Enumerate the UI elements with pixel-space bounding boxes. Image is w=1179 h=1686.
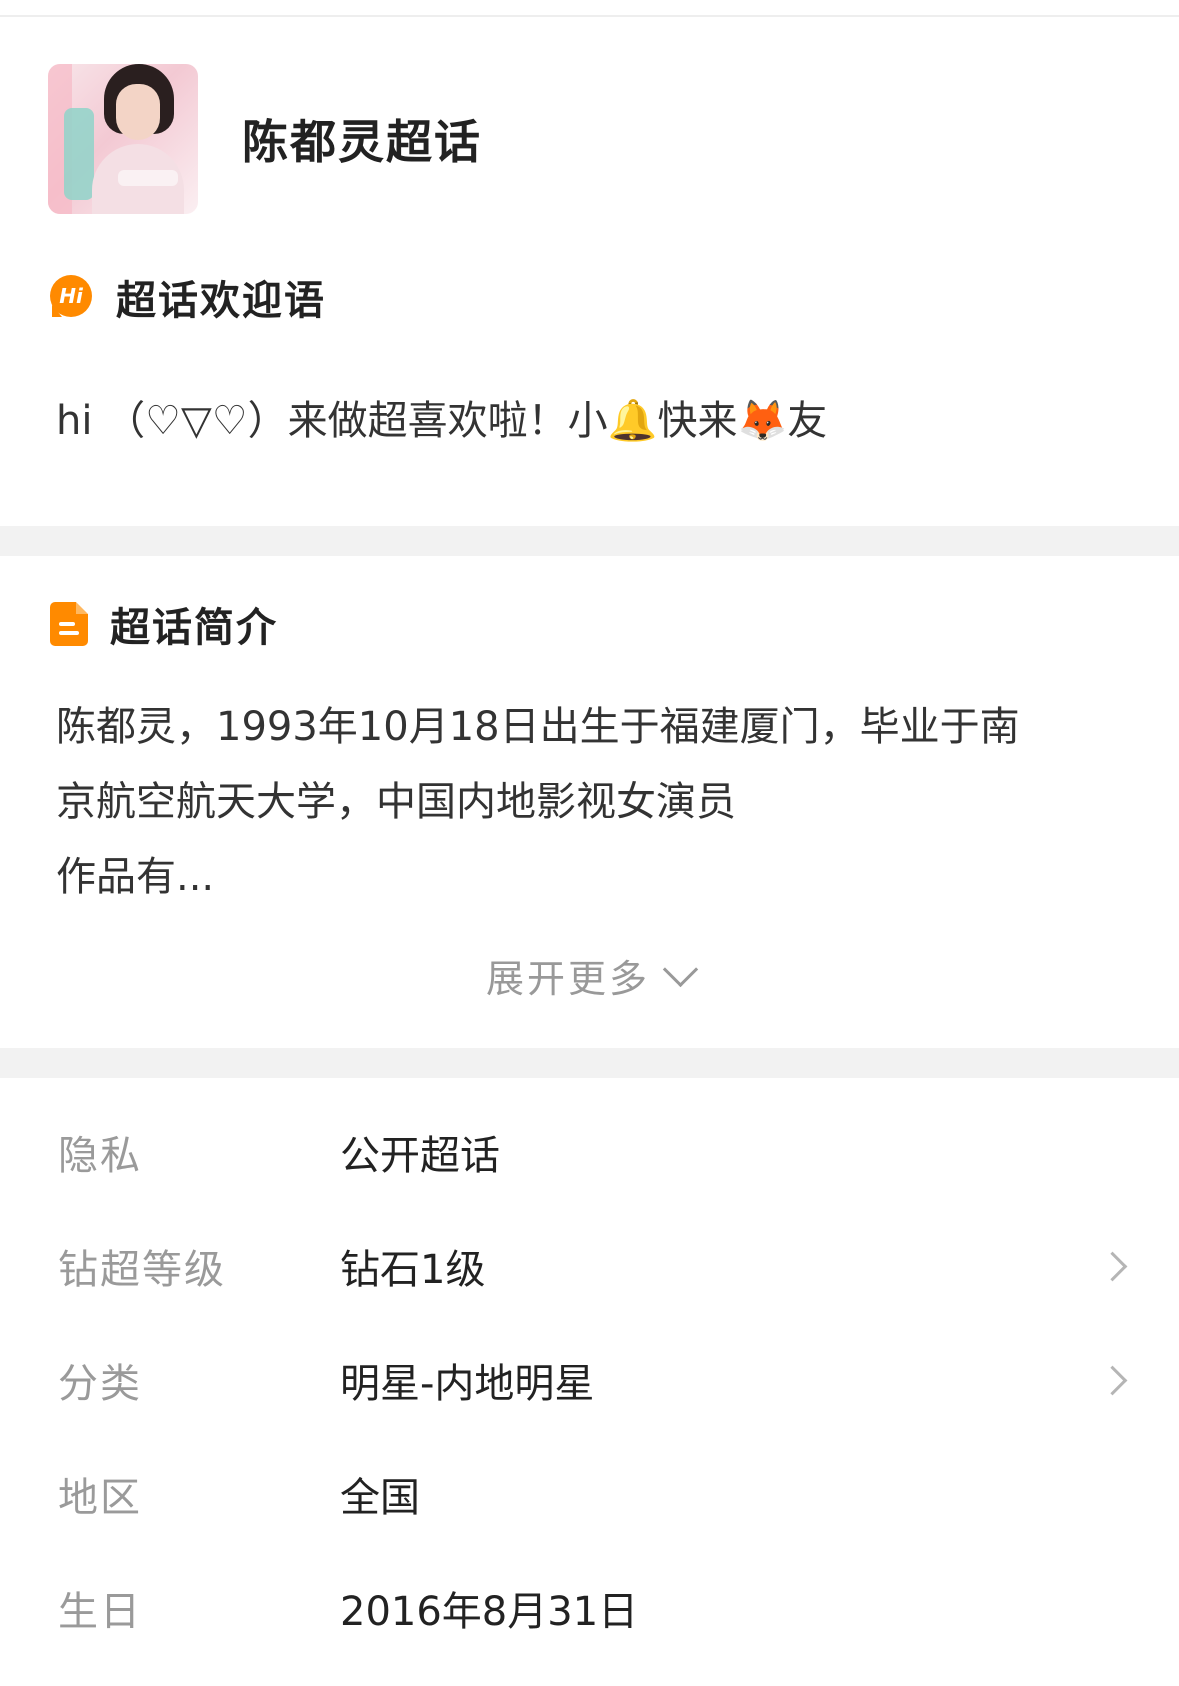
info-value: 明星-内地明星 (340, 1361, 595, 1407)
info-row-diamond-level[interactable]: 钻超等级 钻石1级 (0, 1226, 1179, 1306)
welcome-text: hi （♡▽♡）来做超喜欢啦！小🔔快来🦊友 (56, 398, 828, 444)
chevron-down-icon (662, 951, 699, 988)
hi-icon-label: Hi (59, 284, 83, 308)
document-icon-line (59, 622, 75, 626)
intro-text: 陈都灵，1993年10月18日出生于福建厦门，毕业于南 京航空航天大学，中国内地… (56, 690, 1116, 915)
info-row-birthday: 生日 2016年8月31日 (0, 1568, 1179, 1648)
info-value: 全国 (340, 1475, 420, 1521)
hi-icon: Hi (50, 275, 94, 319)
info-key: 隐私 (58, 1133, 142, 1179)
info-key: 地区 (58, 1475, 142, 1521)
info-key: 分类 (58, 1361, 142, 1407)
chevron-right-icon (1097, 1365, 1128, 1395)
info-value: 2016年8月31日 (340, 1589, 639, 1635)
expand-more-button[interactable]: 展开更多 (0, 948, 1179, 1003)
document-icon-fold (76, 602, 88, 614)
welcome-section-header: Hi 超话欢迎语 (50, 268, 326, 326)
info-key: 生日 (58, 1589, 142, 1635)
intro-line: 作品有... (56, 854, 215, 900)
expand-more-label: 展开更多 (485, 957, 650, 1001)
avatar-face (116, 84, 160, 140)
avatar-bottle (64, 108, 94, 200)
top-divider (0, 15, 1179, 17)
info-row-region: 地区 全国 (0, 1454, 1179, 1534)
avatar-caption-overlay (118, 170, 178, 186)
topic-header: 陈都灵超话 (48, 64, 482, 214)
section-divider (0, 526, 1179, 556)
topic-avatar[interactable] (48, 64, 198, 214)
info-value: 钻石1级 (340, 1247, 486, 1293)
info-key: 钻超等级 (58, 1247, 226, 1293)
intro-line: 京航空航天大学，中国内地影视女演员 (56, 779, 736, 825)
chevron-right-icon (1097, 1251, 1128, 1281)
intro-section-header: 超话简介 (50, 595, 278, 653)
document-icon (50, 602, 88, 646)
info-row-category[interactable]: 分类 明星-内地明星 (0, 1340, 1179, 1420)
intro-line: 陈都灵，1993年10月18日出生于福建厦门，毕业于南 (56, 704, 1020, 750)
document-icon-line (59, 631, 79, 635)
info-value: 公开超话 (340, 1133, 500, 1179)
intro-section-title: 超话简介 (110, 605, 278, 651)
welcome-section-title: 超话欢迎语 (116, 278, 326, 324)
topic-title: 陈都灵超话 (242, 115, 482, 169)
section-divider (0, 1048, 1179, 1078)
info-row-privacy: 隐私 公开超话 (0, 1112, 1179, 1192)
